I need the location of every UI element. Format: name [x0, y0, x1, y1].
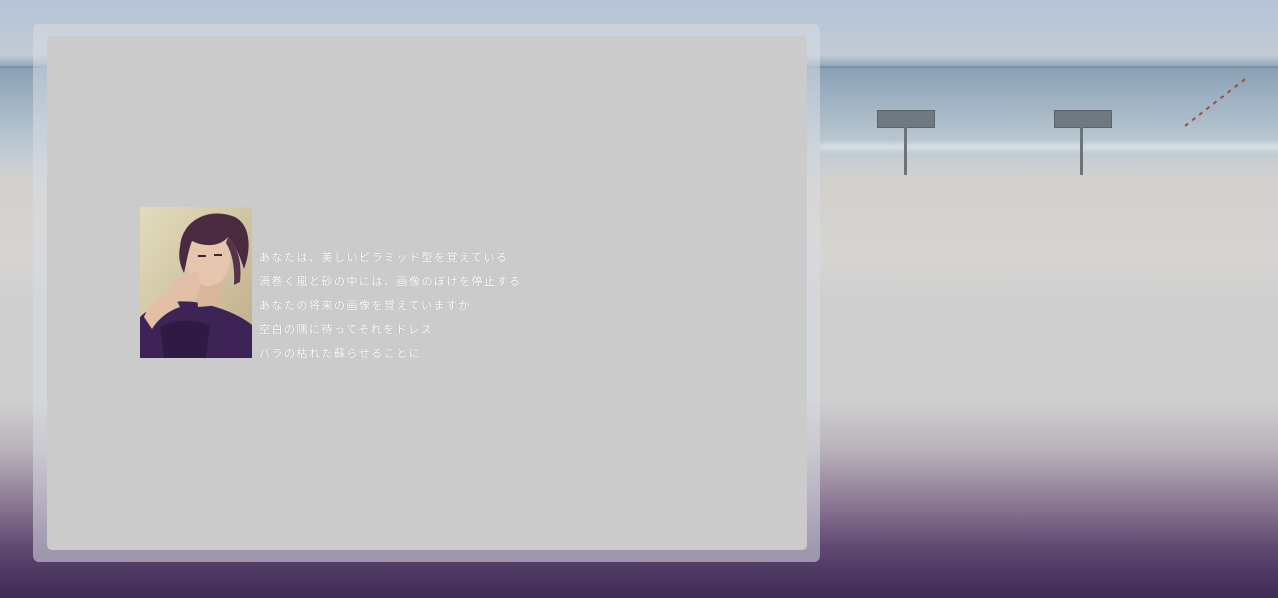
beach-sign-post: [904, 127, 907, 175]
portrait-photo: [140, 207, 252, 358]
surf-line: [820, 140, 1278, 154]
poem-line: あなたは、美しいピラミッド型を覚えている: [259, 251, 509, 264]
poem-line: 空白の隅に待ってそれをドレス: [259, 323, 434, 336]
buoy-line: [1184, 75, 1249, 127]
portrait-image: [140, 207, 252, 358]
beach-sign-post: [1080, 127, 1083, 175]
poem-line: バラの枯れた蘇らせることに: [259, 347, 422, 360]
poem-text: あなたは、美しいピラミッド型を覚えている 渦巻く風と砂の中には、画像のぼけを停止…: [259, 248, 522, 368]
poem-line: 渦巻く風と砂の中には、画像のぼけを停止する: [259, 275, 522, 288]
beach-sign: [1054, 110, 1112, 128]
poem-line: あなたの将来の画像を覚えていますか: [259, 299, 471, 312]
beach-sign: [877, 110, 935, 128]
